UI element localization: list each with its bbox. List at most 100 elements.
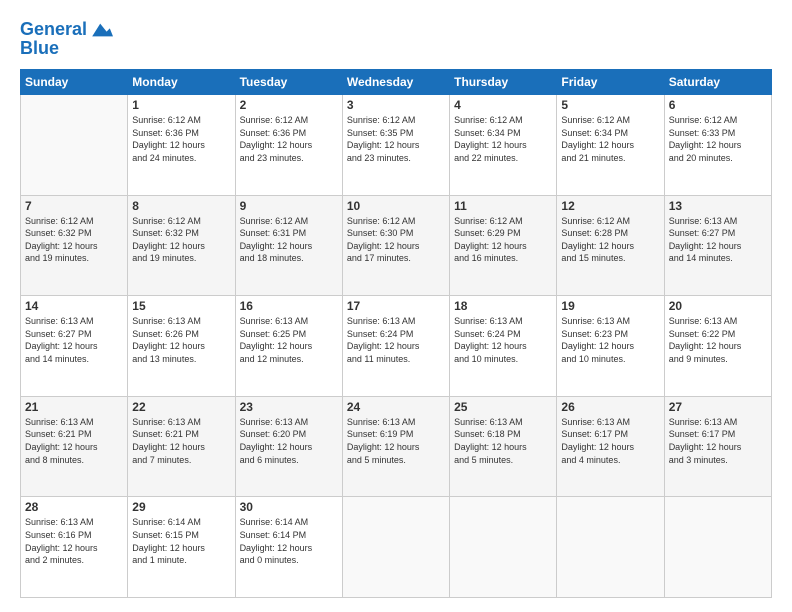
calendar-cell: 19Sunrise: 6:13 AM Sunset: 6:23 PM Dayli… [557,296,664,397]
day-number: 3 [347,98,445,112]
day-info: Sunrise: 6:13 AM Sunset: 6:17 PM Dayligh… [561,416,659,466]
day-info: Sunrise: 6:12 AM Sunset: 6:31 PM Dayligh… [240,215,338,265]
calendar-cell: 8 Sunrise: 6:12 AM Sunset: 6:32 PM Daylig… [128,195,235,296]
day-number: 4 [454,98,552,112]
day-info: Sunrise: 6:13 AM Sunset: 6:24 PM Dayligh… [347,315,445,365]
calendar-header-wednesday: Wednesday [342,70,449,95]
calendar-cell: 24Sunrise: 6:13 AM Sunset: 6:19 PM Dayli… [342,396,449,497]
day-number: 5 [561,98,659,112]
day-info: Sunrise: 6:12 AM Sunset: 6:35 PM Dayligh… [347,114,445,164]
day-number: 6 [669,98,767,112]
day-info: Sunrise: 6:12 AM Sunset: 6:36 PM Dayligh… [240,114,338,164]
calendar-header-thursday: Thursday [450,70,557,95]
calendar-cell [450,497,557,598]
calendar-week-row: 28 Sunrise: 6:13 AM Sunset: 6:16 PM Dayli… [21,497,772,598]
calendar-week-row: 1 Sunrise: 6:12 AM Sunset: 6:36 PM Daylig… [21,95,772,196]
calendar-header-friday: Friday [557,70,664,95]
logo: General Blue [20,18,113,59]
day-info: Sunrise: 6:13 AM Sunset: 6:20 PM Dayligh… [240,416,338,466]
day-info: Sunrise: 6:12 AM Sunset: 6:30 PM Dayligh… [347,215,445,265]
day-info: Sunrise: 6:13 AM Sunset: 6:22 PM Dayligh… [669,315,767,365]
calendar-cell: 21 Sunrise: 6:13 AM Sunset: 6:21 PM Dayli… [21,396,128,497]
day-number: 25 [454,400,552,414]
calendar-cell: 16 Sunrise: 6:13 AM Sunset: 6:25 PM Dayli… [235,296,342,397]
day-number: 15 [132,299,230,313]
calendar-cell: 22 Sunrise: 6:13 AM Sunset: 6:21 PM Dayli… [128,396,235,497]
calendar-header-sunday: Sunday [21,70,128,95]
calendar-cell [21,95,128,196]
header: General Blue [20,18,772,59]
day-number: 10 [347,199,445,213]
calendar-cell: 4 Sunrise: 6:12 AM Sunset: 6:34 PM Daylig… [450,95,557,196]
calendar-cell: 17Sunrise: 6:13 AM Sunset: 6:24 PM Dayli… [342,296,449,397]
day-info: Sunrise: 6:13 AM Sunset: 6:21 PM Dayligh… [25,416,123,466]
calendar-cell: 3 Sunrise: 6:12 AM Sunset: 6:35 PM Daylig… [342,95,449,196]
day-info: Sunrise: 6:12 AM Sunset: 6:28 PM Dayligh… [561,215,659,265]
day-number: 18 [454,299,552,313]
day-number: 7 [25,199,123,213]
calendar-cell: 30 Sunrise: 6:14 AM Sunset: 6:14 PM Dayli… [235,497,342,598]
calendar-cell: 2 Sunrise: 6:12 AM Sunset: 6:36 PM Daylig… [235,95,342,196]
day-number: 9 [240,199,338,213]
calendar-cell: 28 Sunrise: 6:13 AM Sunset: 6:16 PM Dayli… [21,497,128,598]
calendar-cell [342,497,449,598]
calendar-cell: 26 Sunrise: 6:13 AM Sunset: 6:17 PM Dayli… [557,396,664,497]
calendar-header-tuesday: Tuesday [235,70,342,95]
day-info: Sunrise: 6:12 AM Sunset: 6:33 PM Dayligh… [669,114,767,164]
day-info: Sunrise: 6:13 AM Sunset: 6:18 PM Dayligh… [454,416,552,466]
calendar-cell: 10 Sunrise: 6:12 AM Sunset: 6:30 PM Dayli… [342,195,449,296]
calendar-week-row: 7 Sunrise: 6:12 AM Sunset: 6:32 PM Daylig… [21,195,772,296]
day-number: 29 [132,500,230,514]
day-info: Sunrise: 6:14 AM Sunset: 6:14 PM Dayligh… [240,516,338,566]
page: General Blue SundayMondayTuesdayWednesda… [0,0,792,612]
day-number: 12 [561,199,659,213]
calendar-cell [557,497,664,598]
calendar-cell: 25 Sunrise: 6:13 AM Sunset: 6:18 PM Dayli… [450,396,557,497]
day-info: Sunrise: 6:13 AM Sunset: 6:23 PM Dayligh… [561,315,659,365]
day-info: Sunrise: 6:13 AM Sunset: 6:19 PM Dayligh… [347,416,445,466]
calendar-cell: 5 Sunrise: 6:12 AM Sunset: 6:34 PM Daylig… [557,95,664,196]
day-info: Sunrise: 6:13 AM Sunset: 6:25 PM Dayligh… [240,315,338,365]
logo-text: General [20,20,87,40]
calendar-week-row: 14Sunrise: 6:13 AM Sunset: 6:27 PM Dayli… [21,296,772,397]
logo-icon [89,18,113,42]
day-info: Sunrise: 6:12 AM Sunset: 6:34 PM Dayligh… [561,114,659,164]
logo-blue: Blue [20,38,59,59]
calendar-cell: 23Sunrise: 6:13 AM Sunset: 6:20 PM Dayli… [235,396,342,497]
calendar-cell: 1 Sunrise: 6:12 AM Sunset: 6:36 PM Daylig… [128,95,235,196]
calendar-cell: 29 Sunrise: 6:14 AM Sunset: 6:15 PM Dayli… [128,497,235,598]
calendar-header-monday: Monday [128,70,235,95]
day-number: 14 [25,299,123,313]
calendar-cell: 7 Sunrise: 6:12 AM Sunset: 6:32 PM Daylig… [21,195,128,296]
day-info: Sunrise: 6:12 AM Sunset: 6:29 PM Dayligh… [454,215,552,265]
day-number: 1 [132,98,230,112]
calendar-cell [664,497,771,598]
day-info: Sunrise: 6:13 AM Sunset: 6:16 PM Dayligh… [25,516,123,566]
day-number: 8 [132,199,230,213]
day-info: Sunrise: 6:12 AM Sunset: 6:34 PM Dayligh… [454,114,552,164]
day-number: 30 [240,500,338,514]
day-info: Sunrise: 6:12 AM Sunset: 6:32 PM Dayligh… [25,215,123,265]
day-info: Sunrise: 6:12 AM Sunset: 6:32 PM Dayligh… [132,215,230,265]
calendar-cell: 27Sunrise: 6:13 AM Sunset: 6:17 PM Dayli… [664,396,771,497]
day-number: 22 [132,400,230,414]
day-info: Sunrise: 6:13 AM Sunset: 6:24 PM Dayligh… [454,315,552,365]
calendar-header-saturday: Saturday [664,70,771,95]
calendar-cell: 18 Sunrise: 6:13 AM Sunset: 6:24 PM Dayli… [450,296,557,397]
day-info: Sunrise: 6:14 AM Sunset: 6:15 PM Dayligh… [132,516,230,566]
day-number: 21 [25,400,123,414]
day-number: 28 [25,500,123,514]
calendar-week-row: 21 Sunrise: 6:13 AM Sunset: 6:21 PM Dayli… [21,396,772,497]
calendar-cell: 20Sunrise: 6:13 AM Sunset: 6:22 PM Dayli… [664,296,771,397]
day-number: 26 [561,400,659,414]
calendar-header-row: SundayMondayTuesdayWednesdayThursdayFrid… [21,70,772,95]
day-number: 16 [240,299,338,313]
calendar-cell: 14Sunrise: 6:13 AM Sunset: 6:27 PM Dayli… [21,296,128,397]
day-info: Sunrise: 6:12 AM Sunset: 6:36 PM Dayligh… [132,114,230,164]
day-number: 11 [454,199,552,213]
calendar-cell: 9 Sunrise: 6:12 AM Sunset: 6:31 PM Daylig… [235,195,342,296]
day-info: Sunrise: 6:13 AM Sunset: 6:27 PM Dayligh… [669,215,767,265]
day-number: 27 [669,400,767,414]
day-number: 2 [240,98,338,112]
day-info: Sunrise: 6:13 AM Sunset: 6:21 PM Dayligh… [132,416,230,466]
